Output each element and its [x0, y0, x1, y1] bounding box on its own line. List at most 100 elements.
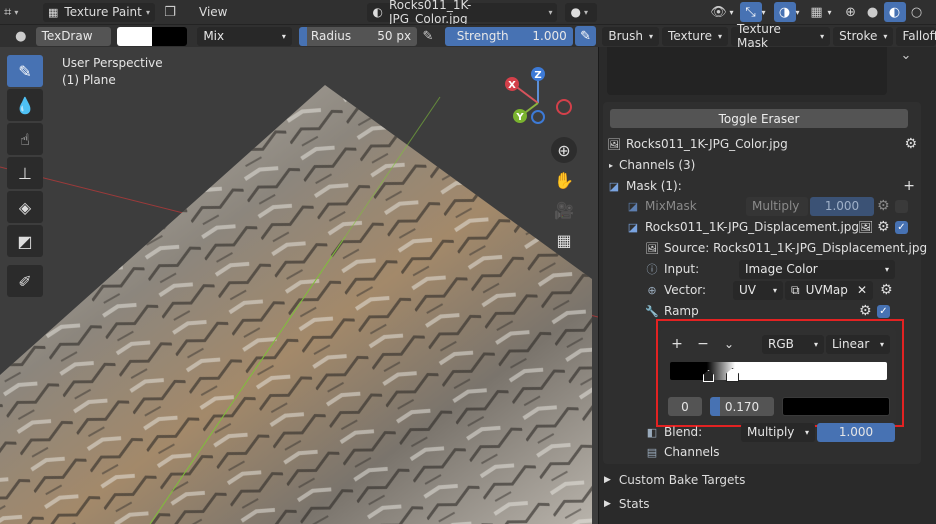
- gizmo-neg-z[interactable]: [531, 110, 545, 124]
- shading-dropdown[interactable]: ● ▾: [565, 2, 598, 22]
- channels-icon: ▤: [646, 445, 658, 459]
- color-swatch-secondary[interactable]: [151, 26, 188, 46]
- tool-shelf: ✎ 💧 ☝ ⊥ ◈ ◩ ✐: [7, 55, 45, 299]
- chevron-down-icon: ▾: [548, 7, 553, 17]
- input-row: ⓘ Input: Image Color ▾: [645, 259, 895, 279]
- channels-sub-row[interactable]: ▤ Channels: [645, 442, 720, 462]
- custom-bake-targets-label: Custom Bake Targets: [618, 473, 746, 487]
- gizmo-icon[interactable]: ⤡: [739, 2, 762, 22]
- chevron-down-icon: ▾: [804, 427, 809, 437]
- fill-tool-icon[interactable]: ◈: [7, 191, 43, 223]
- mask-layer-icon: ◪: [627, 220, 639, 234]
- blend-row: ◧ Blend: Multiply ▾ 1.000: [645, 422, 895, 442]
- menu-view[interactable]: View: [195, 2, 231, 22]
- channels-row[interactable]: ▸ Channels (3): [609, 155, 695, 175]
- chevron-down-icon: ▾: [145, 7, 150, 17]
- rendered-shading-icon[interactable]: ○: [906, 2, 928, 22]
- draw-tool-icon[interactable]: ✎: [7, 55, 43, 87]
- menu-brush[interactable]: Brush ▾: [602, 26, 660, 46]
- pressure-strength-icon[interactable]: ✎: [574, 26, 597, 46]
- visibility-icon[interactable]: 👁: [707, 2, 729, 22]
- panel-box-top: [607, 47, 887, 95]
- clone-tool-icon[interactable]: ⊥: [7, 157, 43, 189]
- chevron-down-icon: ▾: [883, 31, 888, 41]
- mode-dropdown[interactable]: ▦ Texture Paint ▾: [43, 2, 155, 22]
- rock-plane-texture: [0, 85, 592, 524]
- strength-slider[interactable]: Strength 1.000: [444, 26, 573, 46]
- chevron-down-icon: ▾: [795, 7, 800, 17]
- blend-dropdown[interactable]: Multiply ▾: [741, 422, 815, 442]
- annotate-tool-icon[interactable]: ✐: [7, 265, 43, 297]
- gear-icon[interactable]: ⚙: [877, 198, 890, 214]
- soften-tool-icon[interactable]: 💧: [7, 89, 43, 121]
- gear-icon[interactable]: ⚙: [904, 136, 917, 152]
- menu-stroke[interactable]: Stroke ▾: [833, 26, 894, 46]
- gizmo-y-label: Y: [515, 112, 524, 123]
- ramp-checkbox[interactable]: ✓: [877, 304, 890, 318]
- mixmask-blend-dropdown[interactable]: Multiply: [746, 196, 808, 216]
- perspective-grid-icon[interactable]: ▦: [551, 227, 577, 253]
- zoom-icon[interactable]: ⊕: [551, 137, 577, 163]
- gizmo-neg-x[interactable]: [556, 99, 572, 115]
- menu-texture[interactable]: Texture ▾: [662, 26, 728, 46]
- add-mask-button[interactable]: +: [903, 178, 915, 194]
- wireframe-shading-icon[interactable]: ⊕: [840, 2, 862, 22]
- custom-bake-targets-panel[interactable]: ▶ Custom Bake Targets: [604, 469, 745, 491]
- chevron-down-icon: ▾: [884, 264, 889, 274]
- gear-icon[interactable]: ⚙: [880, 282, 893, 298]
- mask-tool-icon[interactable]: ◩: [7, 225, 43, 257]
- editor-type-button[interactable]: ⌗ ▾: [0, 2, 40, 22]
- strength-label: Strength: [456, 29, 509, 43]
- slots-icon[interactable]: ❐: [159, 2, 181, 22]
- ramp-label: Ramp: [664, 304, 699, 318]
- image-icon: ◐: [372, 5, 383, 19]
- mask-row[interactable]: ◪ Mask (1): +: [607, 176, 915, 196]
- uvmap-field[interactable]: ⧉ UVMap ✕: [785, 280, 873, 300]
- blend-mode-value: Mix: [203, 29, 225, 43]
- blend-factor-field[interactable]: 1.000: [817, 422, 895, 442]
- menu-falloff-label: Falloff: [902, 29, 936, 43]
- pan-hand-icon[interactable]: ✋: [551, 167, 577, 193]
- menu-falloff[interactable]: Falloff: [896, 26, 936, 46]
- chevron-down-icon: ▾: [14, 7, 19, 17]
- menu-texture-mask[interactable]: Texture Mask ▾: [730, 22, 831, 50]
- menu-brush-label: Brush: [608, 29, 644, 43]
- blend-mode-dropdown[interactable]: Mix ▾: [197, 26, 292, 46]
- layer-row[interactable]: 🖼 Rocks011_1K-JPG_Color.jpg ⚙: [607, 134, 917, 154]
- chevron-down-icon: ▾: [281, 31, 286, 41]
- vector-label: Vector:: [664, 283, 707, 297]
- gear-icon[interactable]: ⚙: [877, 219, 890, 235]
- mixmask-checkbox[interactable]: [895, 199, 908, 213]
- mask-layer-checkbox[interactable]: ✓: [895, 220, 908, 234]
- pressure-icon[interactable]: ✎: [417, 26, 439, 46]
- mixmask-icon: ◪: [627, 199, 639, 213]
- close-icon[interactable]: ✕: [857, 283, 867, 297]
- color-swatch-primary[interactable]: [116, 26, 152, 46]
- brush-name: TexDraw: [41, 29, 93, 43]
- camera-icon[interactable]: 🎥: [551, 197, 577, 223]
- material-shading-icon[interactable]: ◐: [883, 2, 906, 22]
- solid-shading-icon[interactable]: ●: [862, 2, 884, 22]
- tool-settings-bar: ● TexDraw Mix ▾ Radius 50 px ✎ Strength 1…: [0, 22, 936, 50]
- chevron-down-icon: ▾: [649, 31, 654, 41]
- stats-panel[interactable]: ▶ Stats: [604, 493, 650, 515]
- image-dropdown[interactable]: ◐ Rocks011_1K-JPG_Color.jpg ▾: [367, 0, 558, 26]
- chevron-down-icon[interactable]: ⌄: [895, 45, 917, 65]
- image-icon: 🖼: [607, 137, 621, 151]
- mask-layer-row[interactable]: ◪ Rocks011_1K-JPG_Displacement.jpg 🖼 ⚙ ✓: [626, 217, 912, 237]
- navigation-gizmo[interactable]: Z X Y: [496, 63, 586, 143]
- 3d-viewport[interactable]: ✎ 💧 ☝ ⊥ ◈ ◩ ✐ User Perspective (1) Plane…: [0, 47, 598, 524]
- chevron-down-icon: ▾: [729, 7, 734, 17]
- smear-tool-icon[interactable]: ☝: [7, 123, 43, 155]
- overlay-icon[interactable]: ◑: [773, 2, 796, 22]
- layer-name: Rocks011_1K-JPG_Color.jpg: [626, 137, 788, 151]
- input-dropdown[interactable]: Image Color ▾: [739, 259, 895, 279]
- xray-icon[interactable]: ▦: [806, 2, 828, 22]
- gear-icon[interactable]: ⚙: [859, 303, 872, 319]
- brush-selector[interactable]: TexDraw: [35, 26, 111, 46]
- toggle-eraser-button[interactable]: Toggle Eraser: [610, 109, 908, 128]
- chevron-right-icon: ▸: [609, 160, 614, 170]
- mixmask-value-field[interactable]: 1.000: [810, 196, 874, 216]
- radius-slider[interactable]: Radius 50 px: [298, 26, 418, 46]
- vector-mode-dropdown[interactable]: UV ▾: [733, 280, 783, 300]
